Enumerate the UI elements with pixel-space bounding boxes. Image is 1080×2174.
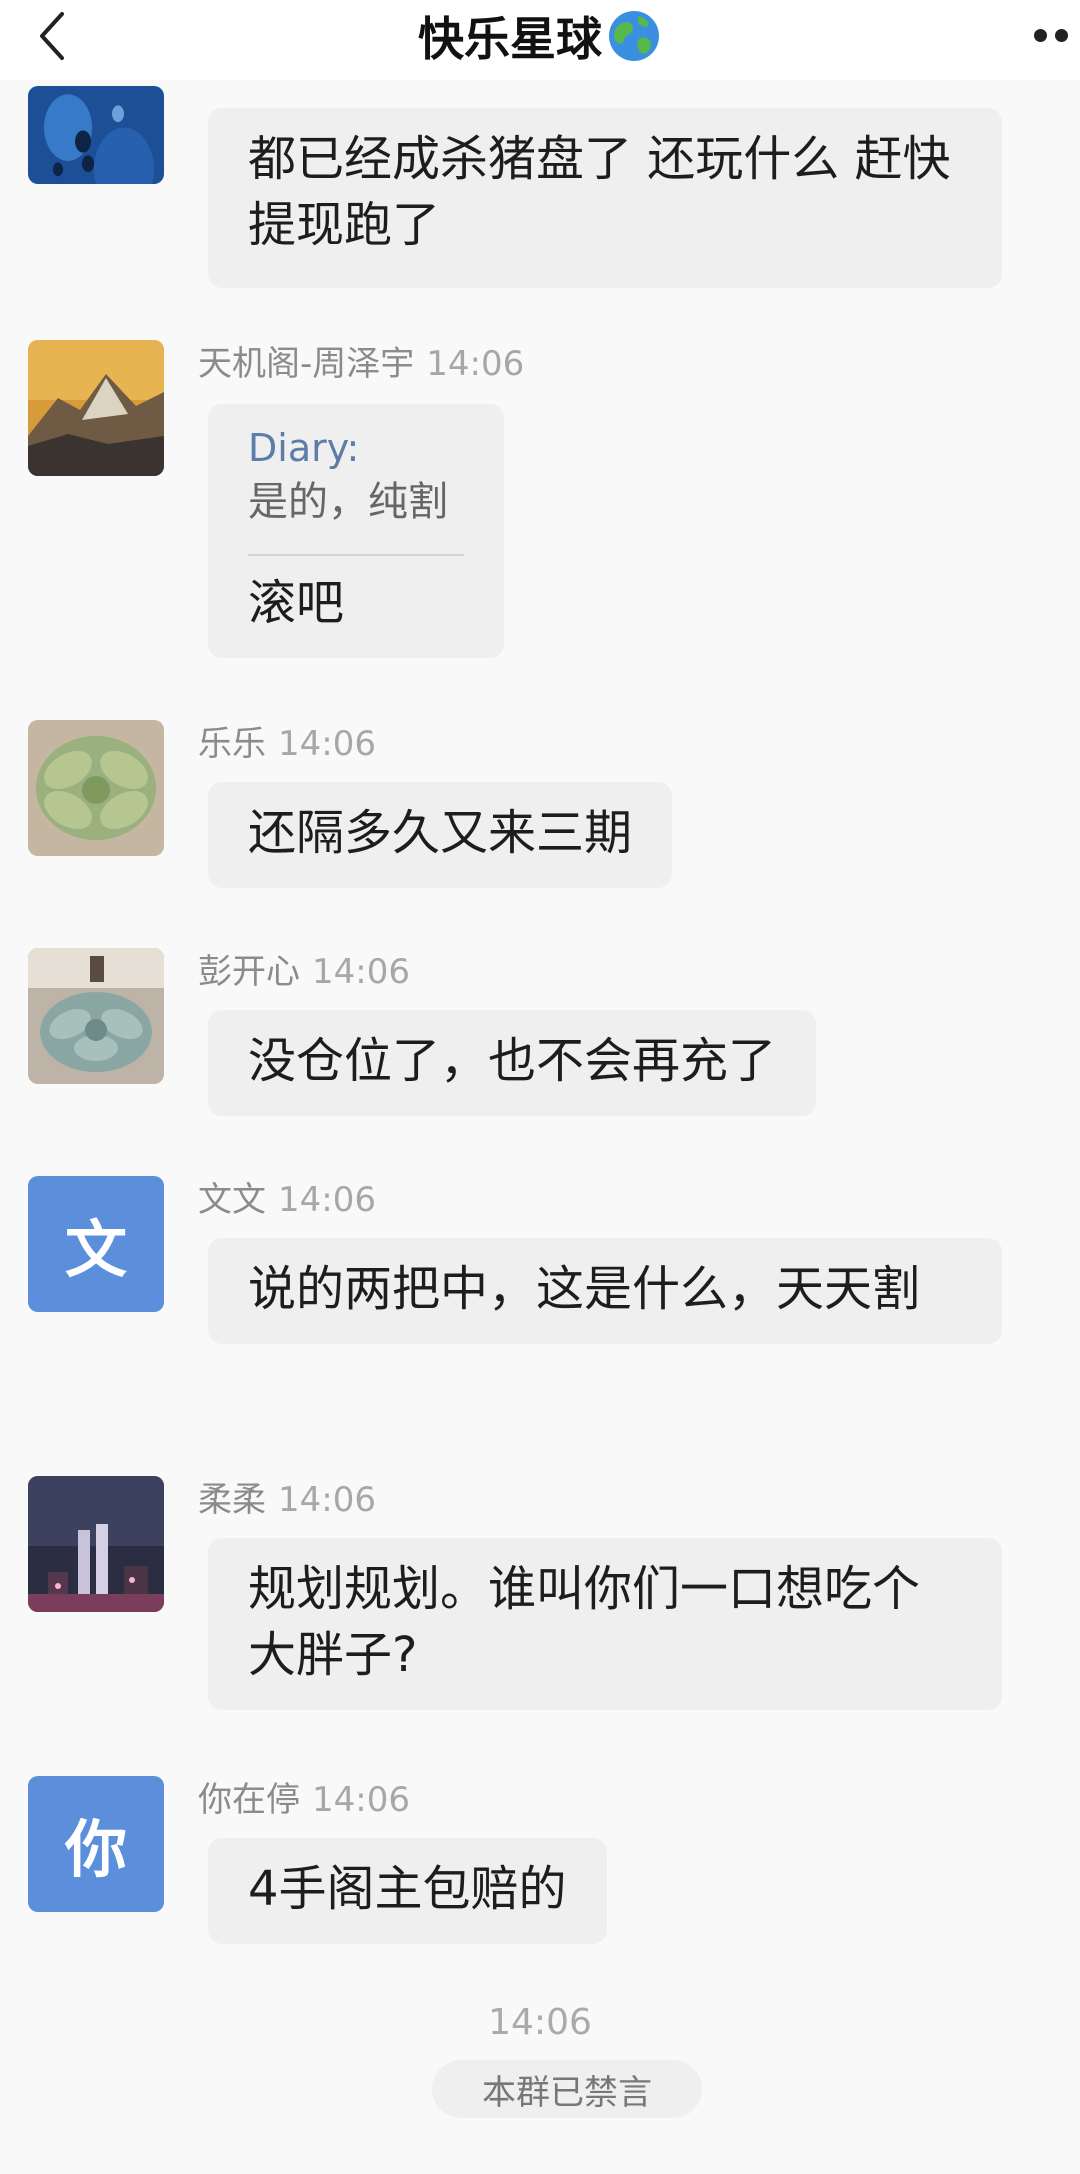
mute-notice: 本群已禁言: [432, 2060, 702, 2118]
avatar[interactable]: [28, 86, 164, 184]
sender-name: 文文: [198, 1180, 266, 1220]
avatar-image: [28, 340, 164, 476]
avatar-image: [28, 1476, 164, 1612]
message-time: 14:06: [278, 1180, 376, 1220]
avatar[interactable]: 文: [28, 1176, 164, 1312]
message-bubble[interactable]: 说的两把中，这是什么，天天割: [208, 1238, 1002, 1344]
chat-header: 快乐星球: [0, 0, 1080, 80]
more-icon-dot: [1034, 28, 1047, 42]
message-bubble[interactable]: 4手阁主包赔的: [208, 1838, 607, 1944]
more-button[interactable]: [1034, 20, 1080, 50]
sender-name: 彭开心: [198, 952, 300, 992]
chat-title: 快乐星球: [418, 12, 602, 66]
sender-meta: 彭开心 14:06: [198, 944, 410, 993]
avatar[interactable]: [28, 720, 164, 856]
sender-meta: 你在停 14:06: [198, 1772, 410, 1821]
sender-name: 天机阁-周泽宇: [198, 344, 415, 384]
message-time: 14:06: [312, 1780, 410, 1820]
message-bubble[interactable]: Diary: 是的，纯割 滚吧: [208, 404, 504, 658]
sender-meta: 天机阁-周泽宇 14:06: [198, 336, 524, 385]
avatar-image: [28, 948, 164, 1084]
more-icon-dot: [1055, 28, 1068, 42]
message-time: 14:06: [312, 952, 410, 992]
message-text: 4手阁主包赔的: [248, 1861, 567, 1917]
avatar[interactable]: [28, 948, 164, 1084]
quote-text: 是的，纯割: [248, 479, 448, 525]
message-bubble[interactable]: 规划规划。谁叫你们一口想吃个大胖子?: [208, 1538, 1002, 1710]
quote-sender: Diary:: [248, 426, 360, 470]
system-time: 14:06: [488, 2002, 592, 2043]
quote-divider: [248, 554, 464, 556]
message-bubble[interactable]: 没仓位了，也不会再充了: [208, 1010, 817, 1116]
avatar[interactable]: [28, 1476, 164, 1612]
globe-icon: [609, 11, 659, 61]
message-text: 都已经成杀猪盘了 还玩什么 赶快提现跑了: [248, 131, 951, 253]
message-bubble[interactable]: 还隔多久又来三期: [208, 782, 673, 888]
sender-name: 你在停: [198, 1780, 300, 1820]
sender-meta: 文文 14:06: [198, 1172, 376, 1221]
avatar-image: [28, 720, 164, 856]
sender-name: 乐乐: [198, 724, 266, 764]
message-text: 还隔多久又来三期: [248, 805, 633, 861]
message-time: 14:06: [278, 724, 376, 764]
sender-meta: 乐乐 14:06: [198, 716, 376, 765]
avatar[interactable]: 你: [28, 1776, 164, 1912]
message-text: 没仓位了，也不会再充了: [248, 1033, 777, 1089]
sender-meta: 柔柔 14:06: [198, 1472, 376, 1521]
sender-name: 柔柔: [198, 1480, 266, 1520]
avatar-image: [28, 86, 164, 184]
message-time: 14:06: [278, 1480, 376, 1520]
message-text: 说的两把中，这是什么，天天割: [248, 1261, 921, 1317]
message-bubble[interactable]: 都已经成杀猪盘了 还玩什么 赶快提现跑了: [208, 108, 1002, 288]
message-text: 滚吧: [248, 575, 345, 631]
message-text: 规划规划。谁叫你们一口想吃个大胖子?: [248, 1561, 921, 1683]
avatar[interactable]: [28, 340, 164, 476]
message-time: 14:06: [426, 344, 525, 384]
